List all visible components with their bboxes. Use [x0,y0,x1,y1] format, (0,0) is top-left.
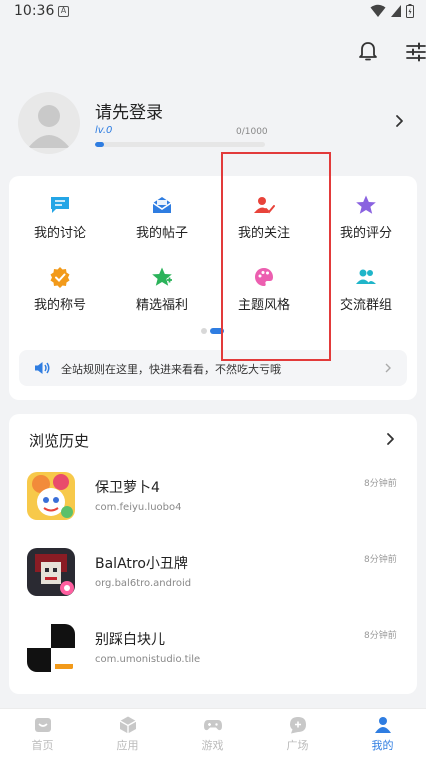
app-icon-luobo [27,472,75,520]
mail-icon [152,197,172,213]
wifi-icon [370,4,386,17]
visit-time: 8分钟前 [364,555,397,565]
default-avatar-icon [28,105,70,148]
top-actions [326,36,426,68]
menu-item-chat-groups[interactable]: 交流群组 [315,256,417,313]
history-title: 浏览历史 [29,432,90,450]
exp-progress-bar [95,142,265,147]
menu-item-label: 精选福利 [135,298,188,313]
chevron-right-icon [385,363,391,373]
status-time: 10:36 [14,3,55,19]
login-prompt[interactable]: 请先登录 [95,98,163,123]
badge-icon [50,267,70,288]
nav-item-home[interactable]: 首页 [0,709,85,757]
cube-icon [119,716,136,734]
plaza-chat-icon [289,717,306,734]
bell-icon[interactable] [356,40,380,64]
level-label: lv.0 [95,125,113,136]
palette-icon [255,268,273,286]
menu-card: 我的讨论 我的帖子 我的关注 我的评分 我的称号 精选福利 主题风格 交流群组 … [9,176,417,400]
status-bar: 10:36 A [0,0,426,24]
group-icon [356,269,376,284]
exp-counter: 0/1000 [236,127,268,137]
nav-item-games[interactable]: 游戏 [170,709,255,757]
notice-text: 全站规则在这里，快进来看看，不然吃大亏哦 [61,363,281,376]
menu-item-label: 交流群组 [339,298,392,313]
speaker-icon [35,362,50,374]
nav-item-apps[interactable]: 应用 [85,709,170,757]
person-icon [374,717,391,733]
person-check-icon [254,197,275,214]
bottom-nav: 首页 应用 游戏 广场 我的 [0,708,426,757]
history-item[interactable]: 保卫萝卜4 com.feiyu.luobo4 8分钟前 [9,472,417,532]
menu-item-my-follows[interactable]: 我的关注 [213,184,315,241]
gamepad-icon [203,720,222,731]
history-item[interactable]: 别踩白块儿 com.umonistudio.tile 8分钟前 [9,624,417,684]
profile-section[interactable]: 请先登录 lv.0 0/1000 [0,88,426,158]
menu-item-my-titles[interactable]: 我的称号 [9,256,111,313]
menu-item-label: 主题风格 [237,298,290,313]
visit-time: 8分钟前 [364,479,397,489]
chevron-right-icon[interactable] [383,432,397,446]
app-package: org.bal6tro.android [95,578,192,589]
page-dot-active [210,328,224,334]
app-name: BalAtro小丑牌 [95,556,188,572]
notification-icon: A [58,6,69,17]
menu-item-my-discussions[interactable]: 我的讨论 [9,184,111,241]
app-icon-balatro [27,548,75,596]
menu-item-theme-style[interactable]: 主题风格 [213,256,315,313]
nav-item-square[interactable]: 广场 [255,709,340,757]
history-item[interactable]: BalAtro小丑牌 org.bal6tro.android 8分钟前 [9,548,417,608]
signal-icon [391,5,401,17]
app-name: 保卫萝卜4 [95,480,160,496]
menu-item-my-posts[interactable]: 我的帖子 [111,184,213,241]
menu-item-label: 我的评分 [339,226,392,241]
status-indicators [370,4,414,18]
battery-icon [406,4,414,18]
chat-icon [51,197,69,213]
app-name: 别踩白块儿 [95,632,165,648]
menu-item-label: 我的关注 [237,226,290,241]
avatar[interactable] [18,92,80,154]
menu-item-my-ratings[interactable]: 我的评分 [315,184,417,241]
history-card: 浏览历史 保卫萝卜4 com.feiyu.luobo4 8分钟前 BalAtro… [9,414,417,694]
page-indicator [201,328,231,334]
menu-item-featured-welfare[interactable]: 精选福利 [111,256,213,313]
exp-progress-fill [95,142,104,147]
star-icon [356,195,376,214]
app-package: com.feiyu.luobo4 [95,502,182,513]
nav-item-mine[interactable]: 我的 [340,709,425,757]
menu-item-label: 我的称号 [33,298,86,313]
page-dot [201,328,207,334]
nav-label: 广场 [286,739,309,752]
rules-notice[interactable]: 全站规则在这里，快进来看看，不然吃大亏哦 [19,350,407,386]
star-plus-icon [152,267,172,286]
menu-item-label: 我的讨论 [33,226,86,241]
nav-label: 游戏 [201,739,224,752]
app-icon-piano-tiles [27,624,75,672]
app-package: com.umonistudio.tile [95,654,201,665]
nav-label: 首页 [31,739,54,752]
visit-time: 8分钟前 [364,631,397,641]
menu-item-label: 我的帖子 [135,226,188,241]
home-icon [34,718,51,732]
nav-label: 应用 [116,739,139,752]
chevron-right-icon[interactable] [392,114,406,128]
nav-label: 我的 [371,739,394,752]
tune-icon[interactable] [404,40,426,64]
